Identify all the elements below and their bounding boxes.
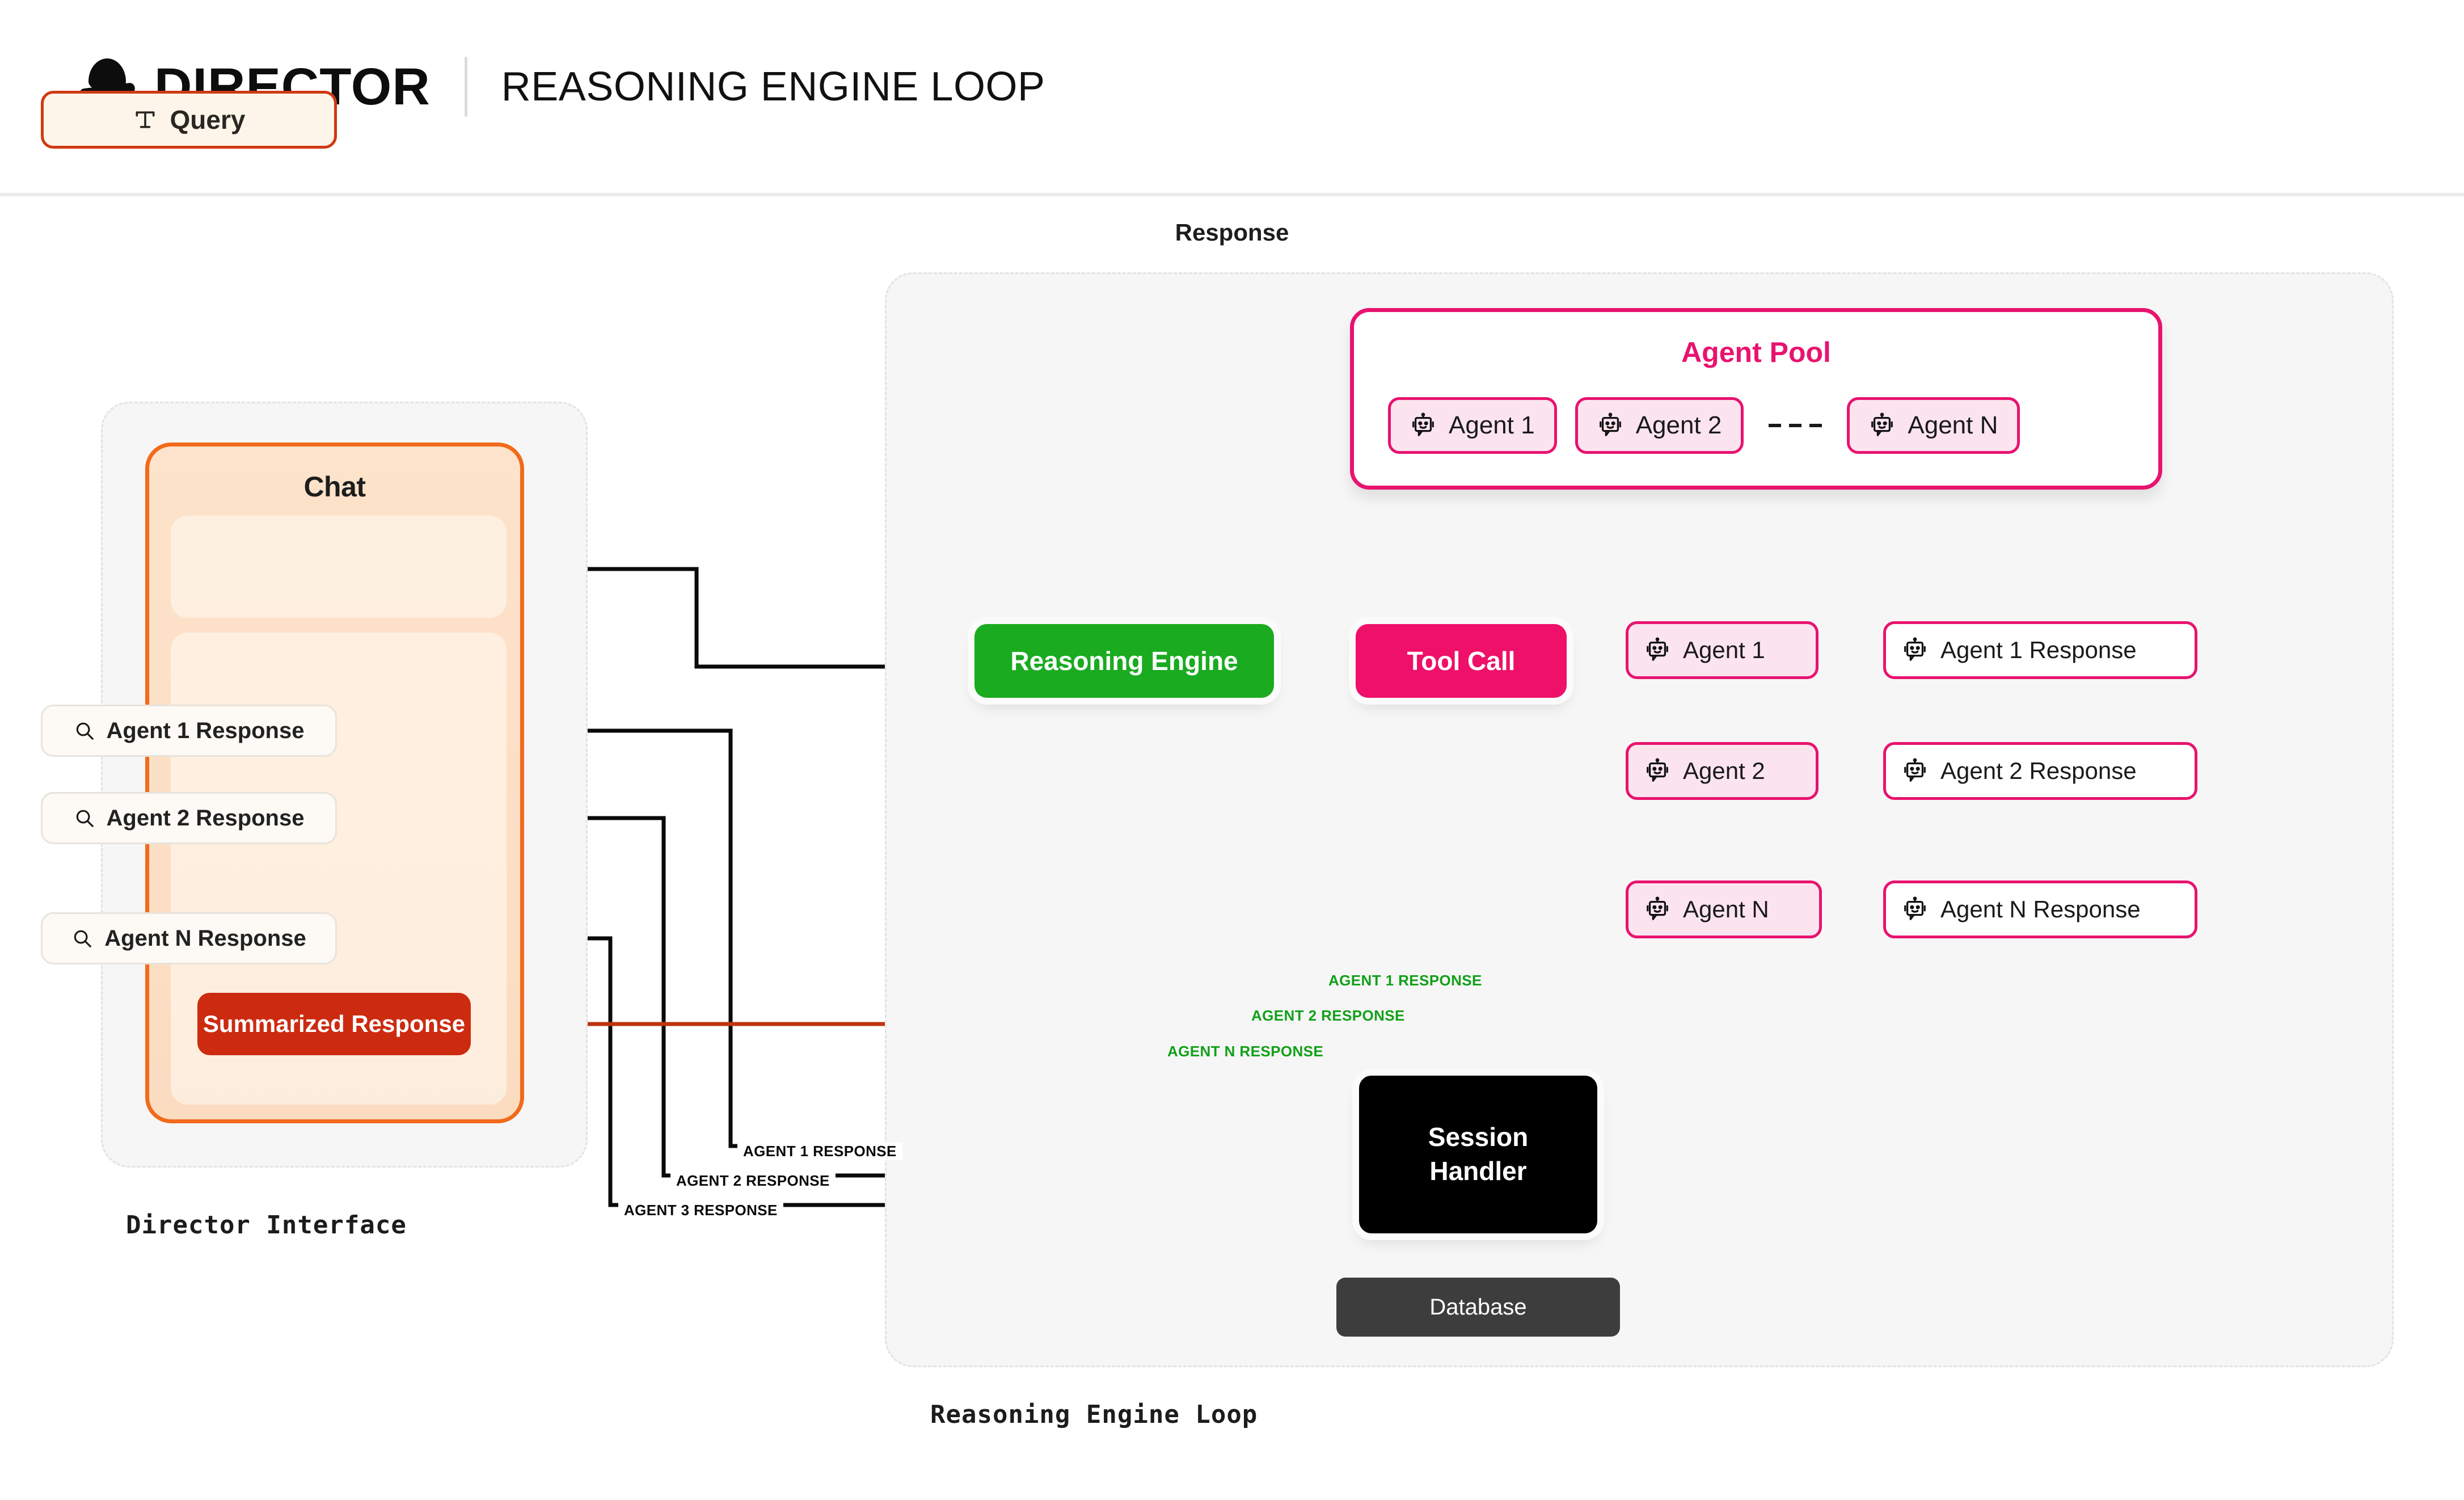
agent-node-label: Agent 1 [1683,637,1765,663]
chat-agent-2-response[interactable]: Agent 2 Response [41,792,337,844]
robot-icon [1644,637,1670,663]
database-node[interactable]: Database [1336,1278,1620,1337]
text-t-icon [133,107,158,132]
robot-icon [1644,896,1670,922]
chat-agent-1-response[interactable]: Agent 1 Response [41,705,337,757]
session-handler-line-2: Handler [1429,1156,1527,1186]
robot-icon [1410,412,1436,439]
chat-title: Chat [303,471,366,503]
edge-label-agent-n-response-green: AGENT N RESPONSE [1162,1043,1330,1060]
query-section [171,516,507,618]
agent-pool-item-1[interactable]: Agent 1 [1388,397,1557,454]
agent-1-node[interactable]: Agent 1 [1626,621,1819,679]
search-icon [74,807,95,829]
agent-pool-title: Agent Pool [1681,336,1831,368]
agent-node-label: Agent N [1683,896,1769,922]
agent-pool-card: Agent Pool Agent 1 Agent 2 Agent N [1350,308,2162,490]
summarized-response-button[interactable]: Summarized Response [197,993,471,1055]
response-section-title: Response [1175,219,1289,246]
director-interface-caption: Director Interface [126,1211,407,1240]
chat-response-label: Agent N Response [104,925,306,951]
search-icon [71,928,93,949]
diagram-canvas: DIRECTOR REASONING ENGINE LOOP Chat Quer… [0,0,2464,1500]
edge-label-agent-1-response-black: AGENT 1 RESPONSE [737,1143,902,1160]
session-handler-node[interactable]: Session Handler [1359,1076,1597,1233]
session-handler-line-1: Session [1428,1122,1529,1152]
agent-n-response-node[interactable]: Agent N Response [1883,880,2197,938]
edge-label-agent-2-response-green: AGENT 2 RESPONSE [1246,1007,1411,1025]
search-icon [74,720,95,741]
agent-pool-item-label: Agent 2 [1635,411,1722,439]
edge-label-agent-3-response-black: AGENT 3 RESPONSE [618,1202,783,1219]
agent-node-label: Agent 2 [1683,757,1765,784]
query-label: Query [170,105,246,134]
edge-label-agent-2-response-black: AGENT 2 RESPONSE [670,1172,836,1190]
agent-pool-item-label: Agent 1 [1449,411,1535,439]
agent-pool-row: Agent 1 Agent 2 Agent N [1388,397,2020,454]
agent-pool-item-label: Agent N [1908,411,1998,439]
agent-n-node[interactable]: Agent N [1626,880,1822,938]
chat-agent-n-response[interactable]: Agent N Response [41,912,337,964]
agent-pool-item-2[interactable]: Agent 2 [1575,397,1744,454]
agent-response-node-label: Agent N Response [1940,896,2141,922]
tool-call-node[interactable]: Tool Call [1356,624,1567,698]
agent-2-response-node[interactable]: Agent 2 Response [1883,742,2197,800]
dashed-link-icon [1762,424,1829,427]
agent-2-node[interactable]: Agent 2 [1626,742,1819,800]
agent-response-node-label: Agent 2 Response [1940,757,2137,784]
agent-1-response-node[interactable]: Agent 1 Response [1883,621,2197,679]
robot-icon [1597,412,1623,439]
robot-icon [1902,758,1928,784]
agent-pool-item-n[interactable]: Agent N [1847,397,2020,454]
robot-icon [1644,758,1670,784]
reasoning-engine-loop-caption: Reasoning Engine Loop [930,1400,1258,1429]
query-box[interactable]: Query [41,91,337,149]
robot-icon [1902,637,1928,663]
chat-response-label: Agent 2 Response [106,805,305,831]
robot-icon [1869,412,1895,439]
chat-response-label: Agent 1 Response [106,718,305,743]
edge-label-agent-1-response-green: AGENT 1 RESPONSE [1323,972,1488,989]
agent-response-node-label: Agent 1 Response [1940,637,2137,663]
robot-icon [1902,896,1928,922]
reasoning-engine-node[interactable]: Reasoning Engine [974,624,1274,698]
